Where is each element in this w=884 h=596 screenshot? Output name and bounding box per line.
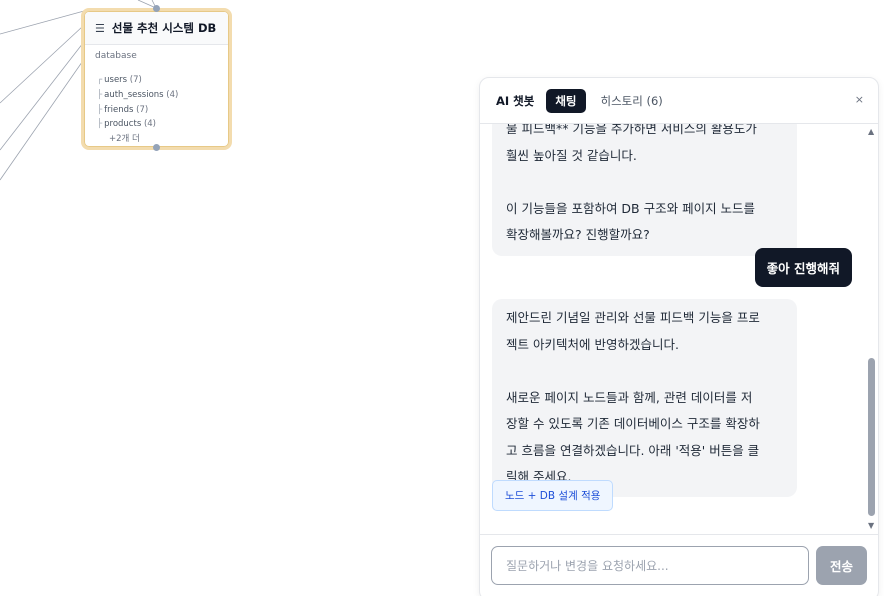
message-line: 제안드린 기념일 관리와 선물 피드백 기능을 프로 (506, 310, 760, 325)
db-node-header: ☰ 선물 추천 시스템 DB (85, 12, 228, 45)
message-list: 물 피드백** 기능을 추가하면 서비스의 활용도가 훨씬 높아질 것 같습니다… (480, 124, 866, 534)
chat-panel: AI 챗봇 채팅 히스토리 (6) × 물 피드백** 기능을 추가하면 서비스… (479, 77, 879, 596)
user-message: 좋아 진행해줘 (754, 248, 852, 287)
db-node-title: 선물 추천 시스템 DB (111, 21, 217, 35)
edge-line (0, 10, 85, 35)
close-icon[interactable]: × (855, 93, 864, 106)
db-node-body: ☰ 선물 추천 시스템 DB database ┌ users (7) ├ auth… (84, 11, 229, 147)
apply-design-button[interactable]: 노드 + DB 설계 적용 (492, 480, 614, 511)
message-line: 물 피드백** 기능을 추가하면 서비스의 활용도가 (506, 124, 757, 136)
menu-icon: ☰ (95, 21, 105, 35)
send-button[interactable]: 전송 (816, 546, 867, 585)
message-line: 새로운 페이지 노드들과 함께, 관련 데이터를 저 (506, 389, 753, 405)
message-line: 이 기능들을 포함하여 DB 구조와 페이지 노드를 (506, 200, 756, 216)
tab-history[interactable]: 히스토리 (6) (592, 89, 672, 113)
db-table-item: ├ products (4) (97, 119, 156, 130)
db-table-item: ├ auth_sessions (4) (97, 89, 179, 100)
scroll-up-icon[interactable]: ▲ (868, 128, 874, 136)
db-table-item: ┌ users (7) (97, 75, 142, 85)
chat-input[interactable] (491, 546, 809, 585)
scroll-down-icon[interactable]: ▼ (868, 522, 874, 530)
chat-composer: 전송 (480, 534, 878, 596)
db-node-type: database (95, 51, 137, 61)
chat-app-name: AI 챗봇 (496, 93, 535, 108)
message-line: 고 흐름을 연결하겠습니다. 아래 '적용' 버튼을 클 (506, 442, 760, 458)
db-table-list: ┌ users (7) ├ auth_sessions (4) ├ friends (… (85, 61, 228, 132)
message-scrollbar[interactable]: ▲ ▼ (866, 124, 878, 534)
node-handle-bottom[interactable] (153, 144, 160, 151)
message-line: 훨씬 높아질 것 같습니다. (506, 147, 637, 163)
db-node[interactable]: ☰ 선물 추천 시스템 DB database ┌ users (7) ├ auth… (81, 5, 232, 151)
tab-chat[interactable]: 채팅 (546, 88, 586, 113)
message-line: 젝트 아키텍처에 반영하겠습니다. (506, 336, 679, 352)
message-line: 확장해볼까요? 진행할까요? (506, 227, 650, 242)
ai-message: 물 피드백** 기능을 추가하면 서비스의 활용도가 훨씬 높아질 것 같습니다… (492, 124, 797, 256)
scrollbar-thumb[interactable] (868, 358, 875, 516)
db-table-item: ├ friends (7) (97, 104, 149, 115)
ai-message: 제안드린 기념일 관리와 선물 피드백 기능을 프로 젝트 아키텍처에 반영하겠… (492, 299, 797, 497)
chat-header: AI 챗봇 채팅 히스토리 (6) × (480, 78, 878, 124)
node-handle-top[interactable] (153, 5, 160, 12)
message-line: 장할 수 있도록 기존 데이터베이스 구조를 확장하 (506, 416, 760, 431)
